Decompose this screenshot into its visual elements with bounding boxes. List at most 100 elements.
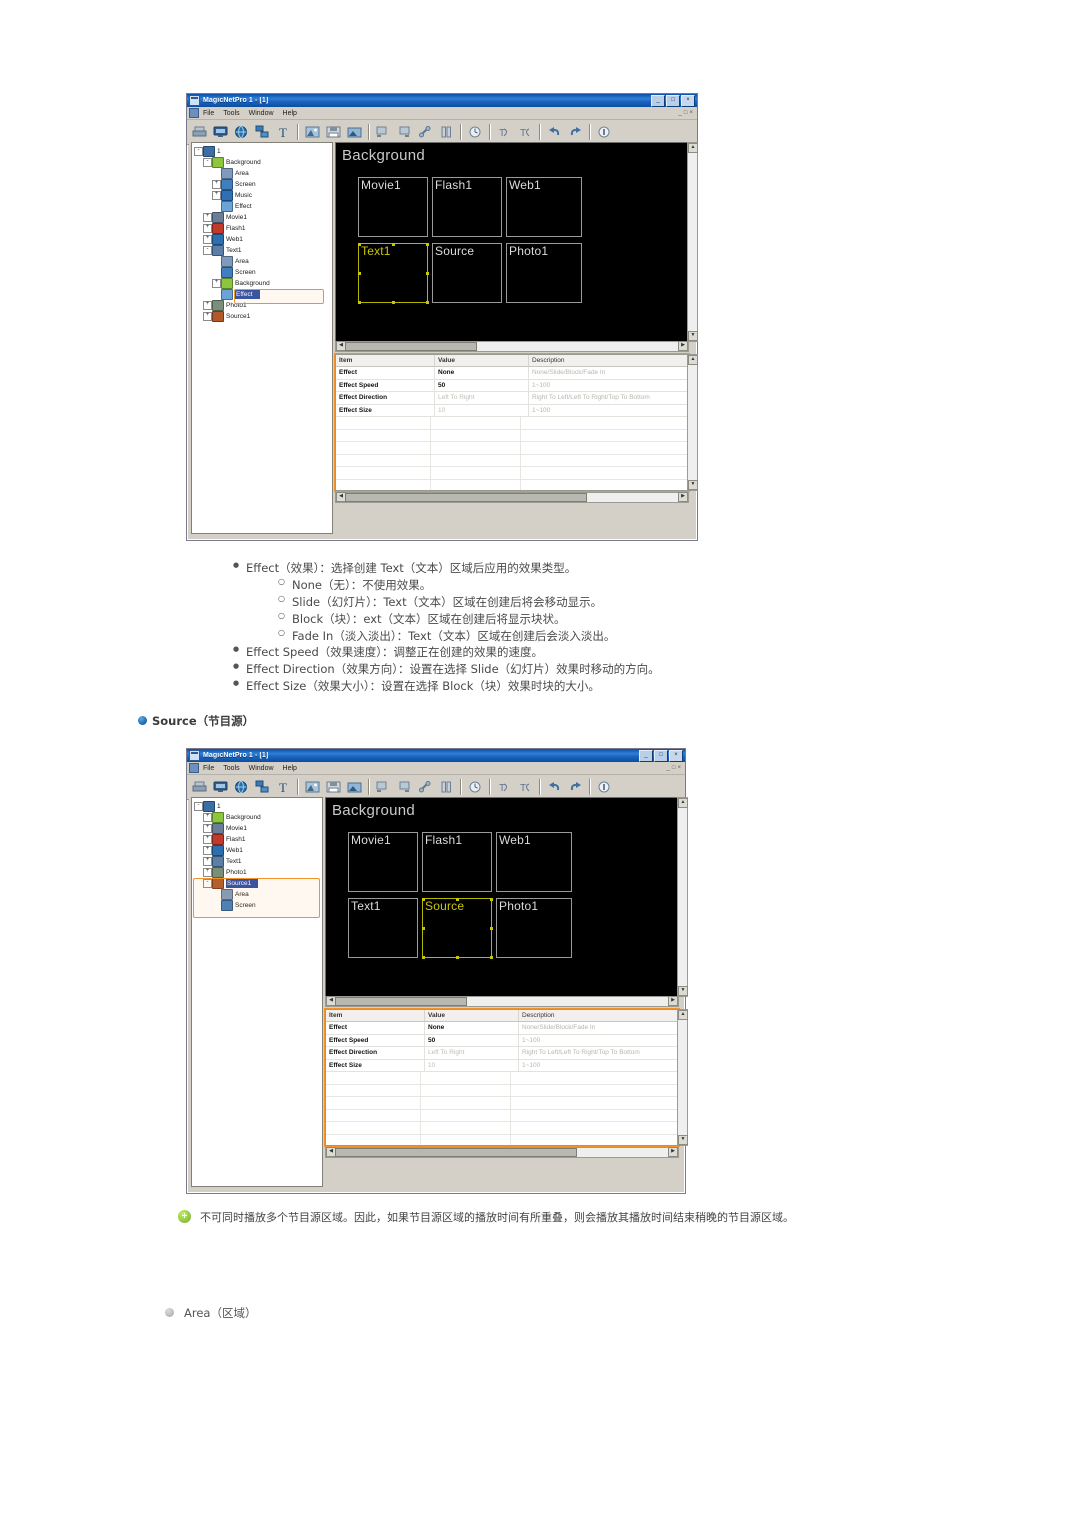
property-value-cell[interactable]: 10	[425, 1059, 519, 1071]
effect-out-icon[interactable]: T	[516, 778, 535, 796]
property-row[interactable]: Effect Speed 50 1~100	[336, 379, 688, 392]
tree-node-photo1[interactable]: + Photo1	[194, 300, 332, 311]
tree-node-effect[interactable]: Effect	[194, 289, 332, 300]
canvas-region-source[interactable]: Source	[421, 897, 493, 959]
selection-handle[interactable]	[489, 897, 493, 901]
text-tool-icon[interactable]: T	[274, 778, 293, 796]
info-icon[interactable]	[595, 778, 614, 796]
canvas-region-photo1[interactable]: Photo1	[496, 898, 572, 958]
property-value-cell[interactable]: 50	[425, 1034, 519, 1046]
tree-expander-icon[interactable]: +	[203, 824, 212, 833]
column-icon[interactable]	[437, 778, 456, 796]
image-icon[interactable]	[303, 778, 322, 796]
effect-out-icon[interactable]: T	[516, 123, 535, 141]
close-button[interactable]: ×	[669, 749, 683, 762]
property-grid-1[interactable]: Item Value Description Effect None None/Sl…	[335, 354, 689, 491]
tree-node-screen[interactable]: + Screen	[194, 179, 332, 190]
print-icon[interactable]	[190, 123, 209, 141]
mdi-restore-button[interactable]: □	[684, 110, 688, 116]
selection-handle[interactable]	[489, 926, 493, 930]
tree-node-background[interactable]: - Background	[194, 157, 332, 168]
tree-expander-icon[interactable]: +	[212, 180, 221, 189]
selection-handle[interactable]	[357, 242, 361, 246]
effect-in-icon[interactable]: T	[495, 123, 514, 141]
tree-node-music[interactable]: + Music	[194, 190, 332, 201]
selection-handle[interactable]	[357, 271, 361, 275]
selection-handle[interactable]	[455, 955, 459, 959]
tree-node-screen[interactable]: Screen	[194, 267, 332, 278]
property-hscrollbar-1[interactable]: ◀ ▶	[335, 492, 689, 503]
selection-handle[interactable]	[391, 300, 395, 304]
canvas-hscrollbar-2[interactable]: ◀ ▶	[325, 996, 679, 1007]
tree-expander-icon[interactable]: +	[203, 301, 212, 310]
close-button[interactable]: ×	[681, 94, 695, 107]
canvas-region-web1[interactable]: Web1	[506, 177, 582, 237]
tree-node-1[interactable]: -1	[194, 146, 332, 157]
tree-node-area[interactable]: Area	[194, 256, 332, 267]
align-right-icon[interactable]	[395, 778, 414, 796]
monitor-icon[interactable]	[211, 123, 230, 141]
tree-node-photo1[interactable]: + Photo1	[194, 867, 322, 878]
photo-icon[interactable]	[345, 123, 364, 141]
canvas-region-text1[interactable]: Text1	[348, 898, 418, 958]
selection-handle[interactable]	[421, 955, 425, 959]
canvas-region-photo1[interactable]: Photo1	[506, 243, 582, 303]
monitor-icon[interactable]	[211, 778, 230, 796]
tree-expander-icon[interactable]: +	[212, 279, 221, 288]
tree-node-area[interactable]: Area	[194, 168, 332, 179]
tree-expander-icon[interactable]: +	[203, 868, 212, 877]
save-icon[interactable]	[324, 123, 343, 141]
tree-expander-icon[interactable]: +	[203, 813, 212, 822]
canvas-region-flash1[interactable]: Flash1	[422, 832, 492, 892]
globe-icon[interactable]	[232, 778, 251, 796]
tree-node-text1[interactable]: + Text1	[194, 856, 322, 867]
menu-bar[interactable]: File Tools Window Help _ □ ×	[187, 107, 697, 120]
selection-handle[interactable]	[425, 242, 429, 246]
title-bar[interactable]: MagicNetPro 1 - [1] _ □ ×	[187, 94, 697, 107]
menu-file[interactable]: File	[203, 765, 214, 772]
menu-window[interactable]: Window	[249, 110, 274, 117]
canvas-region-movie1[interactable]: Movie1	[358, 177, 428, 237]
menu-tools[interactable]: Tools	[223, 110, 239, 117]
selection-handle[interactable]	[425, 271, 429, 275]
window-vscrollbar-1[interactable]: ▲ ▼	[687, 354, 698, 491]
property-grid-2[interactable]: Item Value Description Effect None None/Sl…	[325, 1009, 679, 1146]
selection-handle[interactable]	[391, 242, 395, 246]
tree-expander-icon[interactable]: +	[203, 312, 212, 321]
menu-help[interactable]: Help	[283, 765, 297, 772]
object-tree-1[interactable]: -1- Background Area + Screen + Music Effect + Mov…	[191, 142, 333, 534]
tree-expander-icon[interactable]: -	[203, 246, 212, 255]
property-hscrollbar-2[interactable]: ◀ ▶	[325, 1147, 679, 1158]
tree-expander-icon[interactable]: +	[203, 857, 212, 866]
tree-node-flash1[interactable]: + Flash1	[194, 834, 322, 845]
tree-node-web1[interactable]: + Web1	[194, 845, 322, 856]
property-value-cell[interactable]: 50	[435, 379, 529, 391]
tree-expander-icon[interactable]: -	[203, 879, 212, 888]
canvas-vscrollbar-1[interactable]: ▲ ▼	[687, 142, 698, 342]
menu-bar-2[interactable]: File Tools Window Help _ □ ×	[187, 762, 685, 775]
property-value-cell[interactable]: None	[435, 367, 529, 379]
selection-handle[interactable]	[455, 897, 459, 901]
redo-icon[interactable]	[566, 778, 585, 796]
menu-tools[interactable]: Tools	[223, 765, 239, 772]
preview-canvas-1[interactable]: Background Movie1 Flash1 Web1 Text1 Source Ph…	[335, 142, 689, 342]
magicnetpro-window-2[interactable]: MagicNetPro 1 - [1] _ □ × File Tools Win…	[186, 748, 688, 1194]
selection-handle[interactable]	[357, 300, 361, 304]
tree-node-background[interactable]: + Background	[194, 278, 332, 289]
tree-node-1[interactable]: -1	[194, 801, 322, 812]
maximize-button[interactable]: □	[666, 94, 680, 107]
canvas-region-text1[interactable]: Text1	[357, 242, 429, 304]
canvas-region-source[interactable]: Source	[432, 243, 502, 303]
mdi-minimize-button[interactable]: _	[667, 765, 670, 771]
selection-handle[interactable]	[489, 955, 493, 959]
align-right-icon[interactable]	[395, 123, 414, 141]
tree-node-screen[interactable]: Screen	[194, 900, 322, 911]
tree-expander-icon[interactable]: +	[203, 835, 212, 844]
menu-file[interactable]: File	[203, 110, 214, 117]
tree-node-text1[interactable]: - Text1	[194, 245, 332, 256]
clock-icon[interactable]	[466, 778, 485, 796]
mdi-close-button[interactable]: ×	[677, 765, 681, 771]
property-row[interactable]: Effect None None/Slide/Block/Fade In	[336, 367, 688, 380]
property-row[interactable]: Effect Direction Left To Right Right To Le…	[336, 392, 688, 405]
property-value-cell[interactable]: Left To Right	[425, 1047, 519, 1059]
